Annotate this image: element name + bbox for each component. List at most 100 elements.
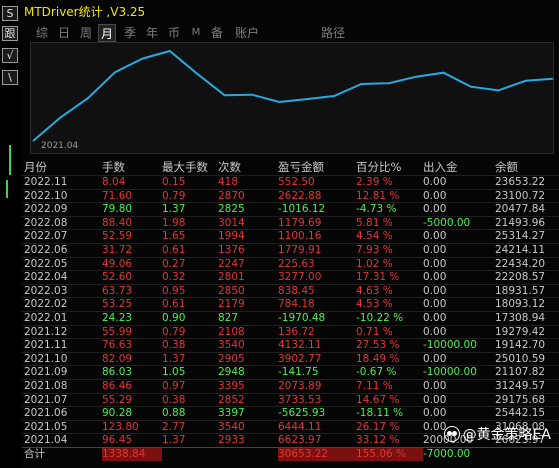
cell-balance: 17308.94 — [495, 310, 559, 326]
strip-button-s[interactable]: S — [2, 6, 18, 21]
cell-trades: 3397 — [218, 406, 278, 421]
cell-max-lots: 0.79 — [162, 188, 218, 203]
total-cell: 155.06 % — [356, 446, 423, 462]
balance-chart-svg — [32, 49, 554, 142]
tab-notes[interactable]: 备 — [209, 24, 225, 42]
tab-account[interactable]: 账户 — [232, 24, 262, 42]
cell-max-lots: 1.37 — [162, 202, 218, 217]
tab-path[interactable]: 路径 — [318, 24, 348, 42]
cell-month: 2022.05 — [22, 256, 102, 271]
tab-currency[interactable]: 币 — [166, 24, 182, 42]
cell-lots: 86.46 — [102, 378, 162, 393]
strip-button-slash[interactable]: \ — [2, 70, 18, 85]
cell-profit: 136.72 — [278, 324, 356, 339]
strip-button-check[interactable]: √ — [2, 48, 18, 63]
cell-percent: -0.67 % — [356, 365, 423, 380]
cell-max-lots: 0.61 — [162, 242, 218, 258]
table-row[interactable]: 2022.05 49.06 0.27 2247 225.63 1.02 % 0.00 2243… — [22, 256, 559, 271]
cell-balance: 25010.59 — [495, 351, 559, 366]
cell-month: 2022.03 — [22, 283, 102, 298]
cell-percent: 5.81 % — [356, 215, 423, 230]
cell-max-lots: 0.88 — [162, 406, 218, 421]
tab-month[interactable]: 月 — [98, 24, 116, 42]
col-max-lots[interactable]: 最大手数 — [162, 160, 218, 176]
col-trades[interactable]: 次数 — [218, 160, 278, 176]
cell-percent: 17.31 % — [356, 270, 423, 285]
table-row[interactable]: 2021.10 82.09 1.37 2905 3902.77 18.49 % 0.00 25… — [22, 351, 559, 366]
table-row[interactable]: 2022.10 71.60 0.79 2870 2622.88 12.81 % 0.00 23… — [22, 188, 559, 203]
app-title: MTDriver统计 ,V3.25 — [24, 5, 146, 19]
cell-max-lots: 1.05 — [162, 365, 218, 380]
cell-month: 2022.01 — [22, 310, 102, 326]
table-row[interactable]: 2021.08 86.46 0.97 3395 2073.89 7.11 % 0.00 312… — [22, 378, 559, 393]
cell-trades: 3540 — [218, 338, 278, 353]
cell-balance: 19279.42 — [495, 324, 559, 339]
cell-month: 2022.09 — [22, 202, 102, 217]
col-lots[interactable]: 手数 — [102, 160, 162, 176]
cell-balance: 31249.57 — [495, 378, 559, 393]
total-cell: 1338.84 — [102, 446, 162, 462]
cell-trades: 2108 — [218, 324, 278, 339]
table-row[interactable]: 2022.01 24.23 0.90 827 -1970.48 -10.22 % 0.00 1… — [22, 310, 559, 326]
cell-profit: 552.50 — [278, 175, 356, 190]
table-row[interactable]: 2021.07 55.29 0.38 2852 3733.53 14.67 % 0.00 29… — [22, 392, 559, 407]
col-month[interactable]: 月份 — [22, 160, 102, 176]
cell-percent: 18.49 % — [356, 351, 423, 366]
table-row[interactable]: 2022.02 53.25 0.61 2179 784.18 4.53 % 0.00 1809… — [22, 297, 559, 312]
cell-lots: 88.40 — [102, 215, 162, 230]
cell-month: 2022.06 — [22, 242, 102, 258]
cell-month: 2021.07 — [22, 392, 102, 407]
cell-trades: 3395 — [218, 378, 278, 393]
cell-trades: 2247 — [218, 256, 278, 271]
tab-summary[interactable]: 综 — [34, 24, 50, 42]
table-row[interactable]: 2021.12 55.99 0.79 2108 136.72 0.71 % 0.00 1927… — [22, 324, 559, 339]
cell-lots: 55.99 — [102, 324, 162, 339]
cell-trades: 2179 — [218, 297, 278, 312]
cell-percent: 1.02 % — [356, 256, 423, 271]
cell-flow: -10000.00 — [423, 365, 495, 380]
col-balance[interactable]: 余额 — [495, 160, 559, 176]
col-percent[interactable]: 百分比% — [356, 160, 423, 176]
cell-balance: 21493.96 — [495, 215, 559, 230]
tab-quarter[interactable]: 季 — [122, 24, 138, 42]
table-row[interactable]: 2021.06 90.28 0.88 3397 -5625.93 -18.11 % 0.00… — [22, 406, 559, 421]
cell-lots: 8.04 — [102, 175, 162, 190]
cell-lots: 53.25 — [102, 297, 162, 312]
cell-flow: 0.00 — [423, 229, 495, 244]
col-deposit-withdraw[interactable]: 出入金 — [423, 160, 495, 176]
table-row[interactable]: 2022.04 52.60 0.32 2801 3277.00 17.31 % 0.00 22… — [22, 270, 559, 285]
tab-m[interactable]: M — [189, 24, 203, 42]
tab-day[interactable]: 日 — [56, 24, 72, 42]
table-row[interactable]: 2021.09 86.03 1.05 2948 -141.75 -0.67 % -10000… — [22, 365, 559, 380]
tab-year[interactable]: 年 — [144, 24, 160, 42]
cell-percent: 14.67 % — [356, 392, 423, 407]
cell-max-lots: 0.32 — [162, 270, 218, 285]
table-row[interactable]: 2021.11 76.63 0.38 3540 4132.11 27.53 % -10000… — [22, 338, 559, 353]
table-row[interactable]: 2022.07 52.59 1.65 1994 1100.16 4.54 % 0.00 253… — [22, 229, 559, 244]
table-row[interactable]: 2022.06 31.72 0.61 1376 1779.91 7.93 % 0.00 242… — [22, 242, 559, 258]
cell-trades: 827 — [218, 310, 278, 326]
cell-max-lots: 2.77 — [162, 419, 218, 434]
table-row[interactable]: 2022.08 88.40 1.98 3014 1179.69 5.81 % -5000.0… — [22, 215, 559, 230]
cell-percent: -10.22 % — [356, 310, 423, 326]
balance-chart: 2021.04 — [30, 42, 554, 154]
table-row[interactable]: 2022.11 8.04 0.15 418 552.50 2.39 % 0.00 23653.… — [22, 175, 559, 190]
col-profit[interactable]: 盈亏金额 — [278, 160, 356, 176]
cell-balance: 19142.70 — [495, 338, 559, 353]
cell-balance: 21107.82 — [495, 365, 559, 380]
cell-percent: 12.81 % — [356, 188, 423, 203]
cell-balance: 25314.27 — [495, 229, 559, 244]
cell-profit: 4132.11 — [278, 338, 356, 353]
cell-month: 2021.05 — [22, 419, 102, 434]
cell-trades: 2933 — [218, 433, 278, 448]
tab-week[interactable]: 周 — [78, 24, 94, 42]
strip-button-follow[interactable]: 跟 — [2, 26, 18, 41]
cell-balance: 22434.20 — [495, 256, 559, 271]
cell-profit: 3277.00 — [278, 270, 356, 285]
total-row: 合计 1338.84 30653.22 155.06 % -7000.00 — [22, 446, 559, 462]
table-row[interactable]: 2022.09 79.80 1.37 2825 -1016.12 -4.73 % 0.00 2… — [22, 202, 559, 217]
chart-side-strip: S 跟 √ \ — [0, 0, 22, 468]
cell-flow: 0.00 — [423, 392, 495, 407]
table-row[interactable]: 2022.03 63.73 0.95 2850 838.45 4.63 % 0.00 1893… — [22, 283, 559, 298]
cell-lots: 52.60 — [102, 270, 162, 285]
